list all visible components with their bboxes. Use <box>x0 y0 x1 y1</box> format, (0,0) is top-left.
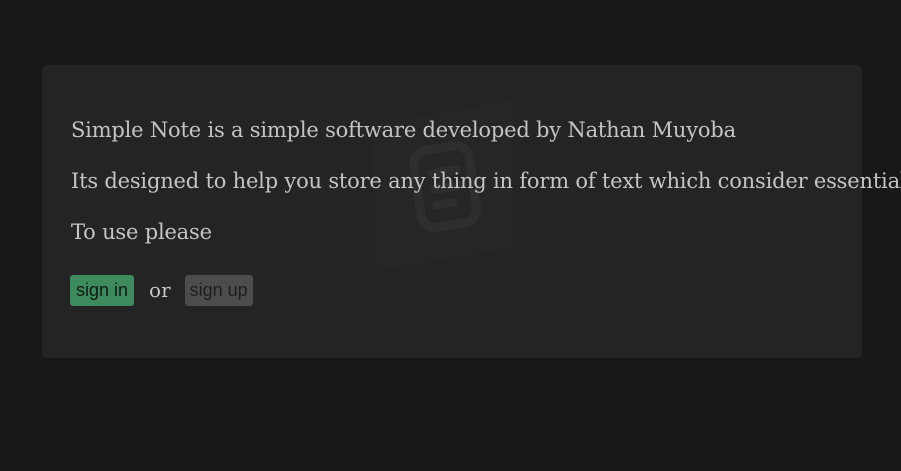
or-separator: or <box>149 278 171 302</box>
intro-text-about: Simple Note is a simple software develop… <box>71 118 736 142</box>
intro-text-purpose: Its designed to help you store any thing… <box>71 169 901 193</box>
intro-text-instruction: To use please <box>71 220 212 244</box>
sign-up-button[interactable]: sign up <box>184 274 253 306</box>
auth-actions: sign in or sign up <box>70 274 253 306</box>
intro-card: Simple Note is a simple software develop… <box>42 65 901 358</box>
sign-in-button[interactable]: sign in <box>70 274 135 306</box>
